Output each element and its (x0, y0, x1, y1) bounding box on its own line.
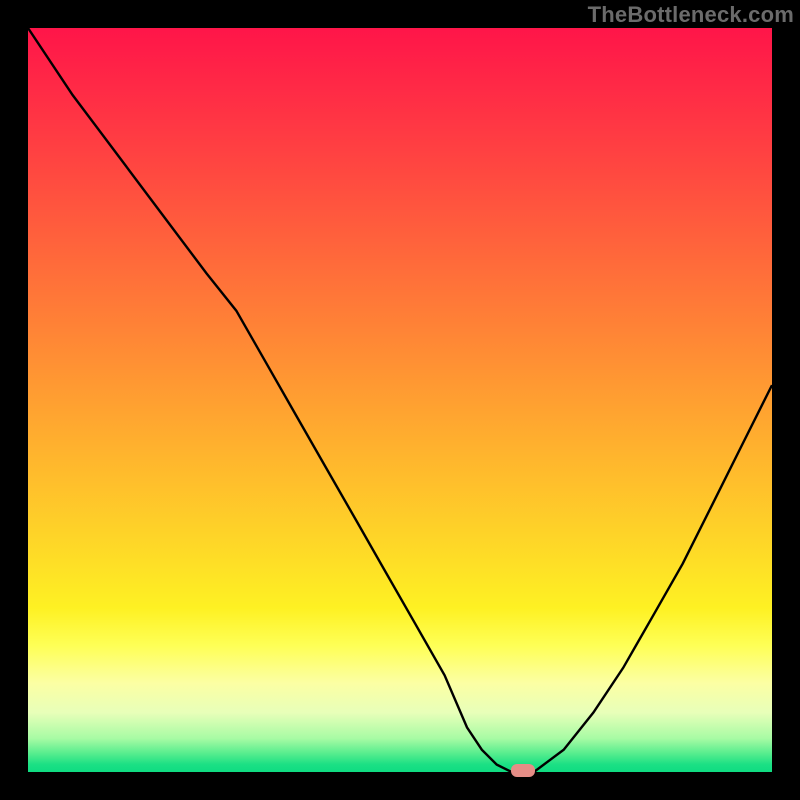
plot-area (28, 28, 772, 772)
minimum-marker (511, 764, 535, 777)
gradient-background (28, 28, 772, 772)
watermark-text: TheBottleneck.com (588, 2, 794, 28)
plot-svg (28, 28, 772, 772)
chart-container: TheBottleneck.com (0, 0, 800, 800)
